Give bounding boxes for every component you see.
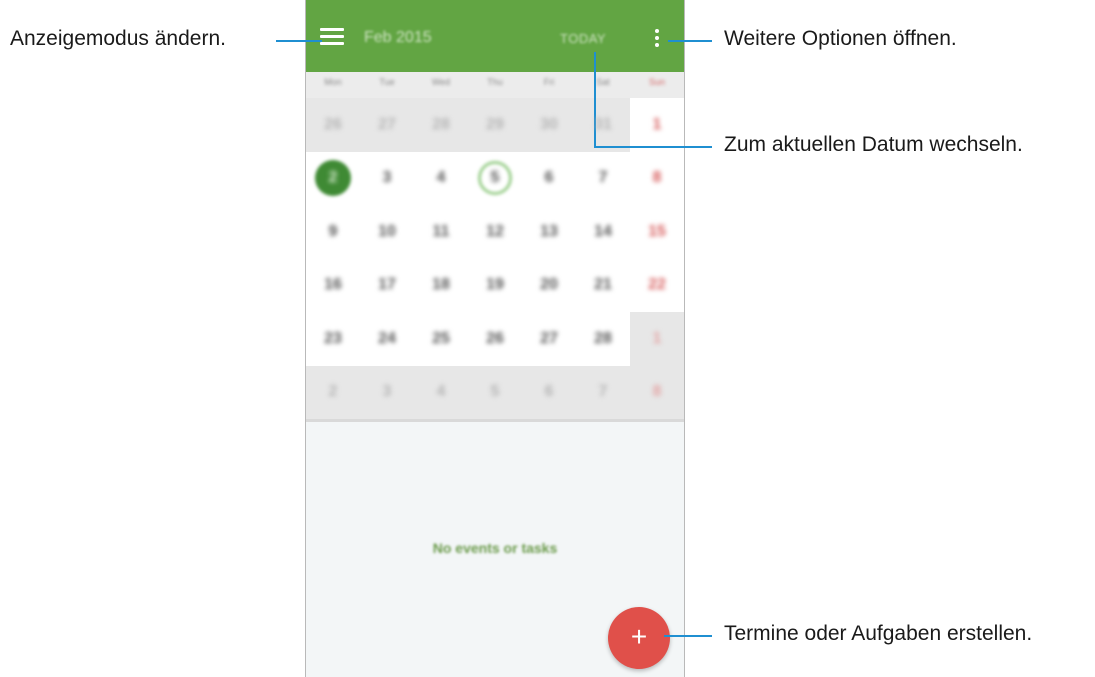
day-cell[interactable]: 28 — [414, 98, 468, 152]
callout-more-options: Weitere Optionen öffnen. — [724, 27, 957, 50]
day-cell[interactable]: 13 — [522, 205, 576, 259]
day-cell[interactable]: 5 — [468, 365, 522, 419]
app-bar: Feb 2015 TODAY — [306, 0, 684, 72]
callout-view-mode: Anzeigemodus ändern. — [10, 27, 226, 50]
weekday-label: Tue — [379, 77, 395, 87]
divider — [306, 419, 684, 422]
day-cell[interactable]: 30 — [522, 98, 576, 152]
day-cell[interactable]: 27 — [522, 312, 576, 366]
empty-state-message: No events or tasks — [432, 540, 558, 556]
callout-go-today: Zum aktuellen Datum wechseln. — [724, 133, 1023, 156]
day-cell[interactable]: 16 — [306, 258, 360, 312]
day-cell[interactable]: 12 — [468, 205, 522, 259]
weekday-header: Mon Tue Wed Thu Fri Sat Sun — [306, 72, 684, 98]
day-cell[interactable]: 1 — [630, 98, 684, 152]
day-cell[interactable]: 26 — [468, 312, 522, 366]
day-cell[interactable]: 7 — [576, 151, 630, 205]
day-cell[interactable]: 4 — [414, 151, 468, 205]
week-row: 9 10 11 12 13 14 15 — [306, 205, 684, 259]
weekday-label: Thu — [487, 77, 503, 87]
day-cell[interactable]: 24 — [360, 312, 414, 366]
day-cell[interactable]: 9 — [306, 205, 360, 259]
day-cell[interactable]: 1 — [630, 312, 684, 366]
weekday-label: Mon — [324, 77, 342, 87]
day-cell[interactable]: 3 — [360, 151, 414, 205]
callout-line-create — [664, 635, 712, 637]
day-cell[interactable]: 4 — [414, 365, 468, 419]
day-cell[interactable]: 18 — [414, 258, 468, 312]
add-event-button[interactable]: + — [608, 607, 670, 669]
month-title: Feb 2015 — [364, 29, 432, 46]
weekday-label: Fri — [543, 77, 555, 87]
callout-create: Termine oder Aufgaben erstellen. — [724, 622, 1033, 645]
day-cell[interactable]: 6 — [522, 151, 576, 205]
today-button[interactable]: TODAY — [560, 31, 606, 46]
day-cell[interactable]: 10 — [360, 205, 414, 259]
day-cell[interactable]: 8 — [630, 151, 684, 205]
day-cell[interactable]: 25 — [414, 312, 468, 366]
day-cell[interactable]: 27 — [360, 98, 414, 152]
day-cell-selected[interactable]: 2 — [306, 151, 360, 205]
day-cell[interactable]: 14 — [576, 205, 630, 259]
day-cell[interactable]: 3 — [360, 365, 414, 419]
weekday-label: Sat — [596, 77, 610, 87]
weekday-label: Wed — [431, 77, 451, 87]
day-cell[interactable]: 6 — [522, 365, 576, 419]
week-row: 2 3 4 5 6 7 8 — [306, 365, 684, 419]
weekday-label: Sun — [648, 77, 665, 87]
week-row: 26 27 28 29 30 31 1 — [306, 98, 684, 152]
day-cell[interactable]: 21 — [576, 258, 630, 312]
day-cell[interactable]: 19 — [468, 258, 522, 312]
callout-line-view-mode — [276, 40, 322, 42]
week-row: 16 17 18 19 20 21 22 — [306, 258, 684, 312]
week-row: 2 3 4 5 6 7 8 — [306, 151, 684, 205]
day-cell[interactable]: 26 — [306, 98, 360, 152]
day-cell[interactable]: 31 — [576, 98, 630, 152]
calendar-screen: Feb 2015 TODAY Mon Tue Wed Thu Fri Sat S… — [305, 0, 685, 677]
callout-line-go-today-h — [594, 146, 712, 148]
day-cell[interactable]: 8 — [630, 365, 684, 419]
day-cell[interactable]: 2 — [306, 365, 360, 419]
day-cell[interactable]: 23 — [306, 312, 360, 366]
callout-line-more-options — [668, 40, 712, 42]
day-cell[interactable]: 17 — [360, 258, 414, 312]
more-options-icon[interactable] — [655, 29, 661, 49]
week-row: 23 24 25 26 27 28 1 — [306, 312, 684, 366]
hamburger-menu-icon[interactable] — [320, 28, 344, 48]
day-cell[interactable]: 22 — [630, 258, 684, 312]
day-cell[interactable]: 11 — [414, 205, 468, 259]
day-cell[interactable]: 29 — [468, 98, 522, 152]
day-cell[interactable]: 20 — [522, 258, 576, 312]
day-cell[interactable]: 15 — [630, 205, 684, 259]
day-cell[interactable]: 28 — [576, 312, 630, 366]
day-cell-today[interactable]: 5 — [468, 151, 522, 205]
day-cell[interactable]: 7 — [576, 365, 630, 419]
